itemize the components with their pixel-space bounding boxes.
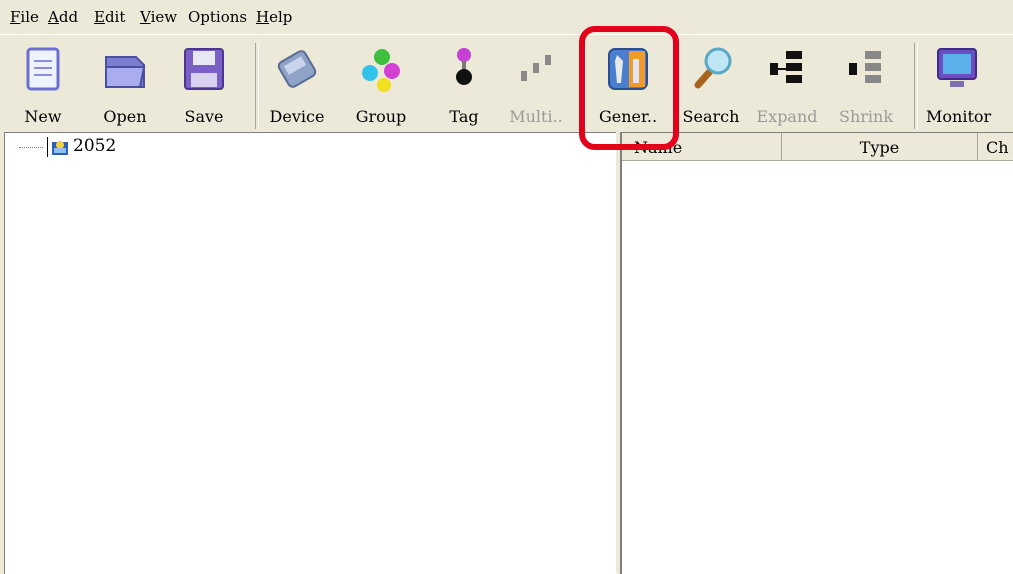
property-list-pane[interactable]: Name Type Ch	[620, 132, 1013, 574]
toolbar-separator	[255, 43, 259, 129]
module-icon	[52, 141, 68, 155]
group-icon	[362, 49, 400, 92]
open-button[interactable]: Open	[94, 41, 156, 129]
toolbar-separator	[582, 43, 586, 129]
floppy-disk-icon	[184, 48, 224, 90]
general-button[interactable]: Gener..	[597, 41, 659, 129]
open-folder-icon	[105, 56, 146, 88]
device-icon	[277, 50, 317, 88]
new-document-icon	[26, 47, 60, 91]
column-header-type[interactable]: Type	[782, 133, 978, 160]
magnifier-icon	[694, 47, 732, 89]
menu-view[interactable]: View	[140, 8, 177, 26]
menu-edit[interactable]: Edit	[94, 8, 125, 26]
toolbar-separator	[914, 43, 918, 129]
device-button[interactable]: Device	[266, 41, 328, 129]
monitor-button[interactable]: Monitor	[926, 41, 991, 129]
toolbar: New Open Save Device Group Tag Multi.. G…	[0, 34, 1013, 133]
general-settings-icon	[608, 48, 648, 90]
multi-icon	[521, 55, 551, 81]
shrink-tree-icon	[849, 51, 881, 83]
monitor-icon	[937, 48, 977, 87]
menu-help[interactable]: Help	[256, 8, 292, 26]
group-button[interactable]: Group	[350, 41, 412, 129]
list-header: Name Type Ch	[622, 133, 1013, 161]
shrink-button[interactable]: Shrink	[835, 41, 897, 129]
save-button[interactable]: Save	[173, 41, 235, 129]
expand-button[interactable]: Expand	[756, 41, 818, 129]
device-tree-pane[interactable]: 2052	[4, 132, 617, 574]
tag-button[interactable]: Tag	[433, 41, 495, 129]
menu-add[interactable]: Add	[48, 8, 78, 26]
multi-button[interactable]: Multi..	[505, 41, 567, 129]
column-header-ch[interactable]: Ch	[978, 133, 1013, 160]
column-header-name[interactable]: Name	[622, 133, 782, 160]
tree-connector	[19, 147, 43, 148]
expand-tree-icon	[770, 51, 802, 83]
menu-options[interactable]: Options	[188, 8, 247, 26]
menu-bar: File Add Edit View Options Help	[0, 0, 1013, 34]
tree-node-root[interactable]: 2052	[73, 135, 116, 157]
new-button[interactable]: New	[12, 41, 74, 129]
search-button[interactable]: Search	[680, 41, 742, 129]
tag-icon	[456, 48, 472, 85]
menu-file[interactable]: File	[10, 8, 39, 26]
tree-connector	[47, 137, 48, 157]
